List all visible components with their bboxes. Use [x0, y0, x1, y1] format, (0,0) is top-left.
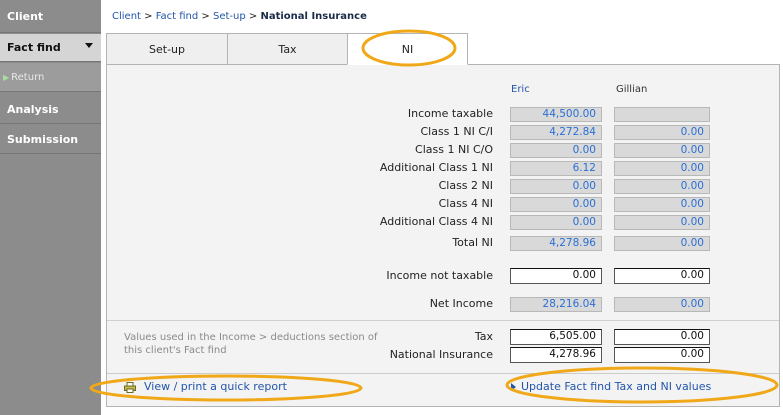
- column-header-gillian: Gillian: [616, 84, 648, 95]
- breadcrumb-separator: >: [140, 11, 156, 22]
- row-label: Class 4 NI: [438, 197, 493, 210]
- additional-class4-ni-eric: 0.00: [510, 215, 602, 230]
- tab-ni[interactable]: NI: [347, 33, 468, 65]
- sidebar-item-label: Fact find: [7, 41, 61, 54]
- sidebar: Client Fact find ▶ Return Analysis Submi…: [0, 0, 101, 415]
- row-label: Total NI: [452, 236, 493, 249]
- arrow-right-icon: ▶: [3, 72, 10, 82]
- breadcrumb-current: National Insurance: [260, 11, 367, 22]
- row-label: Class 2 NI: [438, 179, 493, 192]
- class1-ni-ci-gillian: 0.00: [614, 125, 710, 140]
- total-ni-gillian: 0.00: [614, 236, 710, 251]
- class4-ni-eric: 0.00: [510, 197, 602, 212]
- sidebar-item-fact-find[interactable]: Fact find: [0, 34, 101, 62]
- tax-label: Tax: [474, 330, 493, 343]
- update-values-link[interactable]: Update Fact find Tax and NI values: [511, 380, 711, 393]
- tab-tax[interactable]: Tax: [227, 33, 348, 65]
- tax-eric-input[interactable]: 6,505.00: [510, 329, 602, 345]
- row-label: Class 1 NI C/I: [420, 125, 493, 138]
- tab-label: Set-up: [149, 42, 185, 56]
- income-not-taxable-gillian-input[interactable]: 0.00: [614, 268, 710, 284]
- printer-icon: [124, 381, 136, 393]
- arrow-right-icon: [511, 382, 516, 391]
- additional-class4-ni-gillian: 0.00: [614, 215, 710, 230]
- row-label: Net Income: [429, 297, 493, 310]
- tax-gillian-input[interactable]: 0.00: [614, 329, 710, 345]
- quick-report-label: View / print a quick report: [144, 380, 287, 393]
- net-income-eric: 28,216.04: [510, 297, 602, 312]
- sidebar-item-label: Client: [7, 9, 44, 23]
- sidebar-item-label: Return: [11, 71, 45, 83]
- class2-ni-gillian: 0.00: [614, 179, 710, 194]
- row-label: Class 1 NI C/O: [415, 143, 493, 156]
- breadcrumb-setup[interactable]: Set-up: [213, 11, 246, 22]
- breadcrumb-separator: >: [198, 11, 213, 22]
- tab-setup[interactable]: Set-up: [106, 33, 228, 65]
- breadcrumb: Client > Fact find > Set-up > National I…: [112, 11, 367, 22]
- national-insurance-eric-input[interactable]: 4,278.96: [510, 347, 602, 363]
- income-taxable-gillian: [614, 107, 710, 122]
- additional-class1-ni-eric: 6.12: [510, 161, 602, 176]
- national-insurance-gillian-input[interactable]: 0.00: [614, 347, 710, 363]
- deductions-note: Values used in the Income > deductions s…: [124, 332, 378, 356]
- breadcrumb-fact-find[interactable]: Fact find: [156, 11, 199, 22]
- sidebar-item-submission[interactable]: Submission: [0, 126, 101, 154]
- national-insurance-label: National Insurance: [389, 348, 493, 361]
- total-ni-eric: 4,278.96: [510, 236, 602, 251]
- class1-ni-co-eric: 0.00: [510, 143, 602, 158]
- sidebar-item-label: Analysis: [7, 103, 59, 116]
- class1-ni-ci-eric: 4,272.84: [510, 125, 602, 140]
- additional-class1-ni-gillian: 0.00: [614, 161, 710, 176]
- divider: [107, 320, 779, 321]
- column-header-eric: Eric: [511, 84, 530, 95]
- breadcrumb-separator: >: [245, 11, 261, 22]
- class1-ni-co-gillian: 0.00: [614, 143, 710, 158]
- sidebar-item-return[interactable]: ▶ Return: [0, 63, 101, 92]
- chevron-down-icon: [85, 43, 93, 48]
- breadcrumb-client[interactable]: Client: [112, 11, 141, 22]
- row-label: Additional Class 4 NI: [379, 215, 493, 228]
- class2-ni-eric: 0.00: [510, 179, 602, 194]
- sidebar-item-analysis[interactable]: Analysis: [0, 96, 101, 124]
- income-not-taxable-eric-input[interactable]: 0.00: [510, 268, 602, 284]
- tab-label: Tax: [278, 42, 297, 56]
- income-taxable-eric: 44,500.00: [510, 107, 602, 122]
- tab-label: NI: [401, 42, 414, 56]
- update-values-label: Update Fact find Tax and NI values: [521, 380, 712, 393]
- row-label: Income not taxable: [386, 269, 493, 282]
- net-income-gillian: 0.00: [614, 297, 710, 312]
- class4-ni-gillian: 0.00: [614, 197, 710, 212]
- sidebar-item-client[interactable]: Client: [0, 0, 101, 33]
- divider: [107, 373, 779, 374]
- row-label: Additional Class 1 NI: [379, 161, 493, 174]
- quick-report-link[interactable]: View / print a quick report: [124, 380, 287, 393]
- sidebar-item-label: Submission: [7, 133, 79, 146]
- row-label: Income taxable: [407, 107, 493, 120]
